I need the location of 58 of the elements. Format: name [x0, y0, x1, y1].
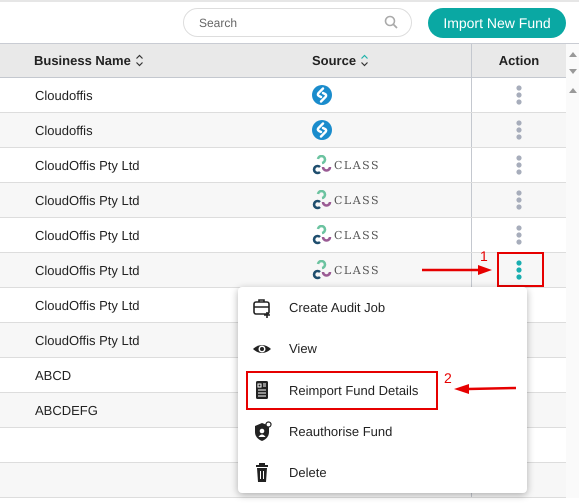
column-header[interactable]: Business Name — [34, 53, 131, 68]
search-field[interactable]: Search — [183, 8, 412, 37]
logo-wordmark: CLASS — [334, 158, 380, 172]
sort-icon[interactable] — [134, 54, 144, 67]
column-header: Action — [498, 53, 540, 68]
briefcase-plus-icon — [252, 296, 272, 319]
kebab-icon — [516, 155, 522, 175]
menu-item[interactable]: View — [238, 328, 527, 370]
rings-logo-icon — [312, 225, 332, 245]
table-cell: CloudOffis Pty Ltd — [35, 262, 140, 278]
table-cell: ABCD — [35, 368, 72, 382]
sort-icon[interactable] — [360, 54, 370, 67]
annotation-number: 1 — [480, 249, 488, 263]
more-options-button[interactable] — [516, 84, 522, 106]
search-icon — [384, 15, 398, 29]
logo-wordmark: CLASS — [334, 228, 380, 242]
more-options-button[interactable] — [516, 259, 522, 281]
more-options-button[interactable] — [516, 189, 522, 211]
table-cell: Cloudoffis — [35, 122, 93, 138]
annotation-arrow — [454, 384, 516, 394]
rings-logo-icon — [312, 190, 332, 210]
scroll-up-icon[interactable] — [568, 50, 578, 58]
column-header[interactable]: Source — [312, 53, 356, 68]
shield-user-icon — [252, 420, 272, 443]
kebab-icon — [516, 85, 522, 105]
table-cell: CloudOffis Pty Ltd — [35, 332, 140, 348]
table-cell: ABCDEFG — [35, 402, 98, 418]
kebab-icon — [516, 120, 522, 140]
source-logo-icon — [312, 85, 332, 105]
table-cell: Cloudoffis — [35, 88, 93, 102]
table-cell: CloudOffis Pty Ltd — [35, 228, 140, 242]
scroll-up-icon[interactable] — [568, 86, 578, 94]
table-cell: CloudOffis Pty Ltd — [35, 298, 140, 312]
more-options-button[interactable] — [516, 154, 522, 176]
menu-item-label: Reauthorise Fund — [289, 424, 392, 440]
rings-logo-icon — [312, 260, 332, 280]
logo-wordmark: CLASS — [334, 194, 380, 206]
menu-item-label: Create Audit Job — [289, 300, 386, 316]
source-logo-icon — [312, 120, 332, 140]
menu-item[interactable]: Reauthorise Fund — [238, 410, 527, 452]
logo-wordmark: CLASS — [334, 264, 380, 276]
kebab-icon — [516, 225, 522, 245]
menu-item[interactable]: Delete — [238, 452, 527, 494]
scroll-down-icon[interactable] — [568, 68, 578, 76]
menu-item-label: View — [289, 341, 317, 356]
menu-item[interactable]: Reimport Fund Details 2 — [238, 370, 527, 411]
rings-logo-icon — [312, 155, 332, 175]
menu-item[interactable]: Create Audit Job — [238, 287, 527, 328]
menu-item-label: Delete — [289, 465, 327, 480]
annotation-number: 2 — [444, 370, 452, 385]
table-cell: CloudOffis Pty Ltd — [35, 158, 140, 172]
kebab-icon — [516, 190, 522, 210]
more-options-button[interactable] — [516, 119, 522, 141]
table-cell: CloudOffis Pty Ltd — [35, 192, 140, 208]
more-options-button[interactable] — [516, 224, 522, 246]
annotation-arrow — [422, 265, 492, 275]
kebab-icon — [516, 260, 522, 280]
menu-item-label: Reimport Fund Details — [289, 382, 418, 398]
